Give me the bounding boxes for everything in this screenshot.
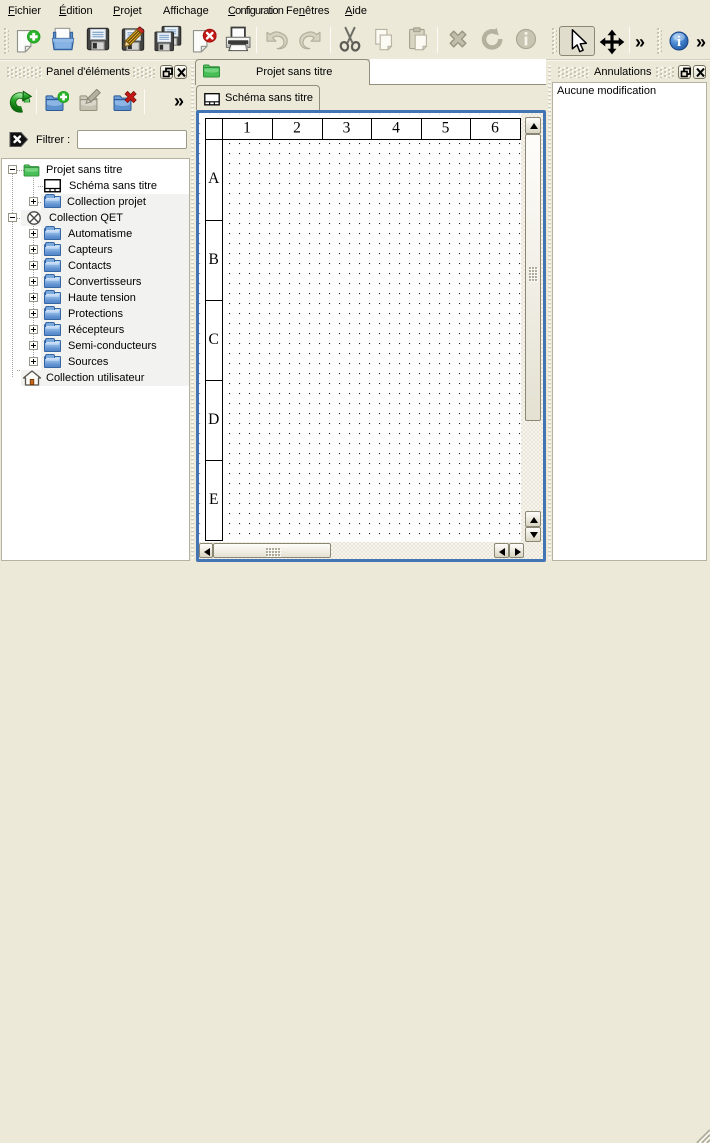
- svg-text:C: C: [209, 331, 219, 348]
- svg-text:5: 5: [442, 120, 450, 137]
- svg-text:i: i: [677, 34, 681, 50]
- svg-text:4: 4: [392, 120, 400, 137]
- svg-text:A: A: [208, 170, 220, 187]
- svg-text:D: D: [208, 411, 219, 428]
- svg-text:3: 3: [343, 120, 351, 137]
- svg-text:B: B: [209, 251, 219, 268]
- svg-text:1: 1: [243, 120, 251, 137]
- svg-text:6: 6: [491, 120, 499, 137]
- svg-text:2: 2: [293, 120, 301, 137]
- svg-text:E: E: [209, 491, 218, 508]
